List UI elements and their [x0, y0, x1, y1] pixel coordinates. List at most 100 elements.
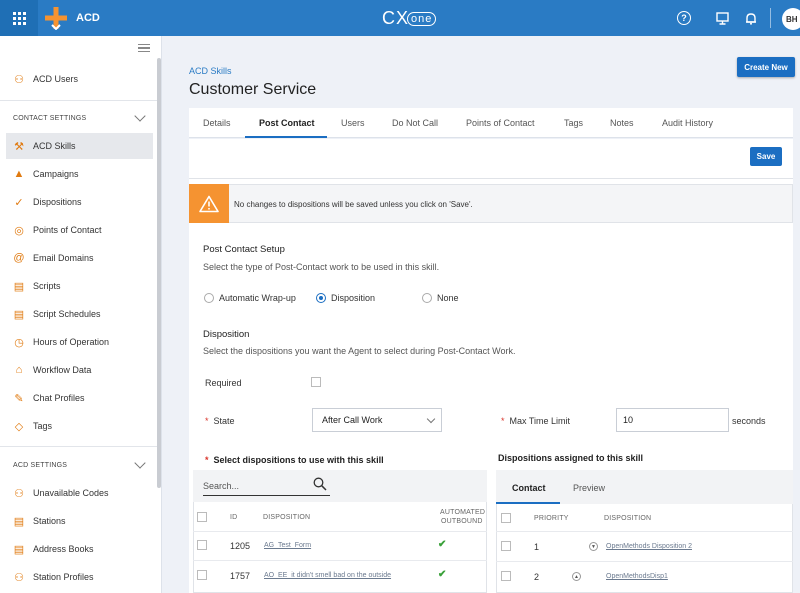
row-checkbox[interactable]	[501, 541, 511, 551]
row-divider	[496, 531, 793, 532]
row-checkbox[interactable]	[197, 540, 207, 550]
sidebar-item-tags[interactable]: ◇ Tags	[6, 413, 153, 439]
row-checkbox[interactable]	[197, 570, 207, 580]
sidebar-item-dispositions[interactable]: ✓ Dispositions	[6, 189, 153, 215]
script-icon: ▤	[13, 280, 25, 293]
app-logo-icon	[45, 7, 67, 30]
active-subtab-indicator	[496, 502, 560, 504]
radio-automatic-wrap-up[interactable]	[204, 293, 214, 303]
at-icon: @	[13, 252, 25, 264]
select-all-checkbox[interactable]	[197, 512, 207, 522]
app-name: ACD	[76, 12, 100, 24]
tab-do-not-call[interactable]: Do Not Call	[392, 108, 438, 138]
tab-audit-history[interactable]: Audit History	[662, 108, 713, 138]
post-contact-title: Post Contact Setup	[203, 244, 285, 255]
state-select[interactable]: After Call Work	[312, 408, 442, 432]
disposition-subtitle: Select the dispositions you want the Age…	[203, 346, 516, 356]
check-icon: ✔	[438, 539, 447, 550]
sidebar-item-workflow-data[interactable]: ⌂ Workflow Data	[6, 357, 153, 383]
tab-post-contact[interactable]: Post Contact	[259, 108, 315, 138]
schedule-icon: ▤	[13, 308, 25, 321]
radio-disposition[interactable]	[316, 293, 326, 303]
section-acd-settings: ACD SETTINGS	[13, 462, 68, 469]
page-title: Customer Service	[189, 81, 317, 98]
sidebar-item-unavailable-codes[interactable]: ⚇ Unavailable Codes	[6, 480, 153, 506]
row-id: 1757	[230, 571, 251, 581]
breadcrumb[interactable]: ACD Skills	[189, 66, 232, 76]
sidebar-item-label: Script Schedules	[33, 309, 101, 319]
dispositions-icon: ✓	[14, 196, 24, 209]
person-icon: ⚇	[14, 571, 24, 584]
tag-icon: ◇	[14, 420, 24, 433]
bell-icon[interactable]	[744, 11, 758, 25]
column-header-automated: AUTOMATED	[440, 509, 486, 516]
sidebar-item-label: ACD Users	[33, 74, 79, 84]
sidebar-item-email-domains[interactable]: @ Email Domains	[6, 245, 153, 271]
chevron-down-icon[interactable]	[134, 110, 146, 122]
workflow-icon: ⌂	[15, 364, 23, 376]
panel-divider	[189, 178, 793, 179]
tab-users[interactable]: Users	[341, 108, 365, 138]
radio-label: Disposition	[331, 293, 376, 303]
column-header-disposition: DISPOSITION	[604, 515, 652, 522]
max-time-input[interactable]: 10	[616, 408, 729, 432]
row-disposition-link[interactable]: OpenMethodsDisp1	[606, 573, 668, 580]
left-table-title: * Select dispositions to use with this s…	[205, 455, 384, 465]
sidebar-item-chat-profiles[interactable]: ✎ Chat Profiles	[6, 385, 153, 411]
row-disposition-link[interactable]: OpenMethods Disposition 2	[606, 543, 692, 550]
save-button[interactable]: Save	[750, 147, 782, 166]
select-all-checkbox[interactable]	[501, 513, 511, 523]
sidebar-item-label: Points of Contact	[33, 225, 102, 235]
sidebar-item-hours-of-operation[interactable]: ◷ Hours of Operation	[6, 329, 153, 355]
sidebar-item-label: Stations	[33, 516, 66, 526]
sidebar-divider	[0, 100, 157, 101]
row-divider	[193, 560, 487, 561]
sidebar-item-label: Station Profiles	[33, 572, 94, 582]
disposition-title: Disposition	[203, 329, 250, 340]
sidebar-item-label: Campaigns	[33, 169, 79, 179]
chevron-up-icon[interactable]: ▲	[572, 572, 581, 581]
sidebar-scrollbar[interactable]	[157, 58, 161, 488]
search-icon[interactable]	[313, 477, 327, 491]
search-input[interactable]: Search...	[203, 476, 330, 496]
tab-contact[interactable]: Contact	[512, 483, 546, 493]
row-disposition-link[interactable]: AG_Test_Form	[264, 542, 311, 549]
chevron-down-icon[interactable]	[134, 457, 146, 469]
top-bar-divider	[770, 8, 771, 28]
collapse-menu-icon[interactable]	[138, 44, 150, 54]
sidebar-item-acd-users[interactable]: ⚇ ACD Users	[6, 66, 153, 92]
tab-details[interactable]: Details	[203, 108, 231, 138]
radio-none[interactable]	[422, 293, 432, 303]
help-icon[interactable]: ?	[677, 11, 691, 25]
sidebar-item-label: ACD Skills	[33, 141, 76, 151]
required-checkbox[interactable]	[311, 377, 321, 387]
tab-points-of-contact[interactable]: Points of Contact	[466, 108, 535, 138]
sidebar-item-station-profiles[interactable]: ⚇ Station Profiles	[6, 564, 153, 590]
row-checkbox[interactable]	[501, 571, 511, 581]
clock-icon: ◷	[14, 336, 24, 349]
max-time-label: * Max Time Limit	[501, 416, 571, 426]
sidebar-item-acd-skills[interactable]: ⚒ ACD Skills	[6, 133, 153, 159]
user-avatar[interactable]: BH	[782, 8, 800, 30]
sidebar-item-address-books[interactable]: ▤ Address Books	[6, 536, 153, 562]
row-priority: 2	[534, 572, 540, 582]
tab-tags[interactable]: Tags	[564, 108, 583, 138]
radio-label: Automatic Wrap-up	[219, 293, 296, 303]
sidebar-item-script-schedules[interactable]: ▤ Script Schedules	[6, 301, 153, 327]
tab-notes[interactable]: Notes	[610, 108, 634, 138]
monitor-icon[interactable]	[715, 11, 729, 25]
chevron-down-icon[interactable]: ▼	[589, 542, 598, 551]
sidebar-item-scripts[interactable]: ▤ Scripts	[6, 273, 153, 299]
sidebar-item-label: Dispositions	[33, 197, 82, 207]
sidebar-item-points-of-contact[interactable]: ◎ Points of Contact	[6, 217, 153, 243]
app-grid-icon[interactable]	[0, 0, 38, 36]
top-bar: ACD CX one ? BH	[0, 0, 800, 36]
tab-preview[interactable]: Preview	[573, 483, 605, 493]
book-icon: ▤	[13, 543, 25, 556]
sidebar-item-stations[interactable]: ▤ Stations	[6, 508, 153, 534]
sidebar-item-label: Workflow Data	[33, 365, 92, 375]
sidebar-item-campaigns[interactable]: ▲ Campaigns	[6, 161, 153, 187]
create-new-button[interactable]: Create New	[737, 57, 795, 77]
section-contact-settings: CONTACT SETTINGS	[13, 115, 87, 122]
row-disposition-link[interactable]: AO_EE_it didn't smell bad on the outside	[264, 572, 391, 579]
